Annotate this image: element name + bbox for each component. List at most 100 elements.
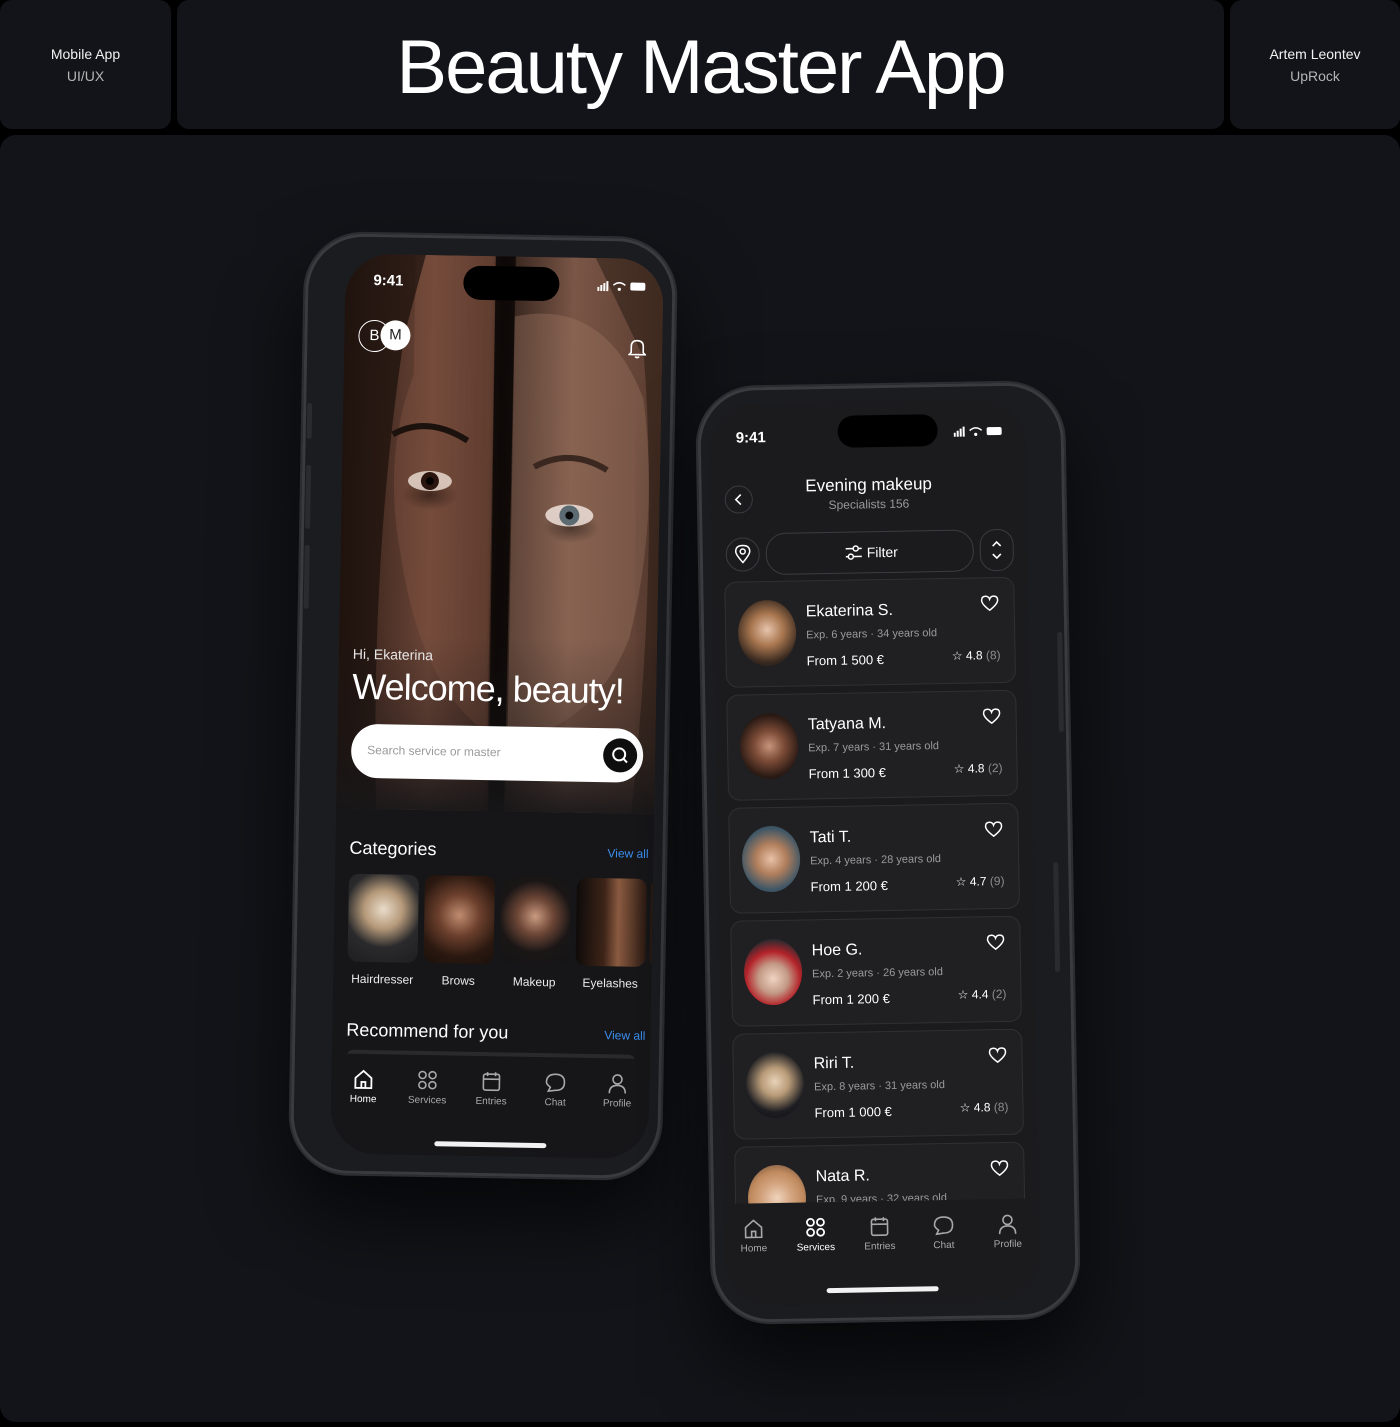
rating-value: 4.8: [967, 761, 985, 776]
specialist-experience: Exp. 7 years · 31 years old: [808, 740, 940, 755]
specialist-card[interactable]: Hoe G. Exp. 2 years · 26 years old From …: [730, 915, 1022, 1027]
categories-view-all-link[interactable]: View all: [607, 846, 648, 861]
favorite-heart-icon[interactable]: [980, 594, 1000, 617]
favorite-heart-icon[interactable]: [985, 933, 1005, 956]
category-next-peek: [649, 878, 662, 968]
specialist-rating: ☆ 4.8 (2): [954, 761, 1003, 776]
filter-button[interactable]: Filter: [765, 529, 975, 576]
sort-icon: [992, 540, 1002, 560]
favorite-heart-icon[interactable]: [989, 1159, 1009, 1182]
tab-label: Chat: [933, 1239, 955, 1252]
rating-value: 4.7: [969, 874, 987, 889]
specialist-card[interactable]: Ekaterina S. Exp. 6 years · 34 years old…: [724, 576, 1017, 688]
tab-profile[interactable]: Profile: [587, 1072, 648, 1110]
rating-count: (2): [991, 986, 1007, 1002]
greeting-text: Hi, Ekaterina: [352, 645, 434, 664]
home-icon: [744, 1219, 763, 1239]
profile-icon: [608, 1074, 627, 1094]
recommend-view-all-link[interactable]: View all: [604, 1028, 645, 1043]
tab-services[interactable]: Services: [785, 1216, 846, 1254]
header-right-panel: Artem Leontev UpRock: [1230, 0, 1400, 129]
rating-count: (8): [985, 648, 1001, 663]
category-image: [499, 876, 572, 966]
recommend-title: Recommend for you: [346, 1019, 509, 1043]
phone-specialists-screen: 9:41 Evening makeup Specialists 156 Filt…: [696, 381, 1080, 1324]
star-icon: ☆: [951, 648, 963, 663]
tab-profile[interactable]: Profile: [977, 1212, 1038, 1250]
tab-home[interactable]: Home: [723, 1217, 784, 1255]
specialist-card[interactable]: Tati T. Exp. 4 years · 28 years old From…: [728, 802, 1021, 914]
favorite-heart-icon[interactable]: [983, 820, 1003, 843]
category-brows[interactable]: Brows: [423, 875, 496, 988]
location-button[interactable]: [725, 537, 761, 572]
star-icon: ☆: [957, 987, 969, 1002]
home-indicator[interactable]: [826, 1286, 939, 1294]
rating-value: 4.8: [965, 648, 983, 663]
specialist-experience: Exp. 2 years · 26 years old: [812, 966, 944, 981]
home-icon: [354, 1069, 373, 1090]
tab-label: Home: [349, 1093, 377, 1106]
project-type: Mobile App: [50, 46, 121, 62]
tab-entries[interactable]: Entries: [461, 1070, 522, 1108]
specialist-name: Ekaterina S.: [805, 601, 894, 621]
tab-label: Profile: [993, 1238, 1023, 1251]
home-indicator[interactable]: [434, 1141, 547, 1149]
category-hairdresser[interactable]: Hairdresser: [347, 873, 420, 987]
star-icon: ☆: [953, 761, 965, 776]
author-name: Artem Leontev: [1269, 46, 1361, 62]
specialist-experience: Exp. 8 years · 31 years old: [813, 1079, 946, 1094]
specialist-name: Riri T.: [813, 1054, 855, 1073]
star-icon: ☆: [955, 874, 967, 889]
screen-title: Evening makeup: [805, 474, 933, 496]
search-button[interactable]: [602, 738, 638, 773]
phone-button: [1053, 862, 1061, 973]
header-title-panel: Beauty Master App: [177, 0, 1224, 129]
specialist-name: Tatyana M.: [807, 715, 887, 734]
category-eyelashes[interactable]: Eyelashes: [575, 877, 648, 991]
calendar-icon: [870, 1217, 889, 1237]
tab-services[interactable]: Services: [397, 1069, 458, 1107]
bottom-tab-bar: Home Services Entries Chat Profile: [723, 1198, 1041, 1306]
favorite-heart-icon[interactable]: [981, 707, 1001, 730]
specialist-experience: Exp. 6 years · 34 years old: [806, 627, 938, 642]
phone-button: [305, 464, 312, 529]
rating-value: 4.4: [971, 987, 989, 1002]
tab-chat[interactable]: Chat: [525, 1071, 586, 1109]
rating-count: (9): [989, 873, 1005, 889]
filter-icon: [845, 545, 862, 560]
specialist-card[interactable]: Tatyana M. Exp. 7 years · 31 years old F…: [726, 689, 1019, 801]
sort-button[interactable]: [979, 528, 1015, 572]
phone-home-screen: 9:41 B M Hi, Ekaterina Welcome, beauty! …: [289, 232, 677, 1180]
specialist-rating: ☆ 4.8 (8): [952, 648, 1001, 663]
dynamic-island: [463, 265, 560, 302]
category-image: [575, 877, 648, 967]
category-makeup[interactable]: Makeup: [499, 876, 572, 989]
tab-home[interactable]: Home: [333, 1067, 394, 1105]
category-image: [423, 875, 496, 965]
bottom-tab-bar: Home Services Entries Chat Profile: [330, 1053, 650, 1159]
specialists-count: Specialists 156: [828, 496, 910, 512]
tab-label: Services: [796, 1241, 836, 1254]
chat-icon: [545, 1073, 566, 1093]
specialist-rating: ☆ 4.7 (9): [956, 874, 1005, 889]
specialist-avatar: [743, 938, 803, 1006]
grid-icon: [806, 1217, 826, 1237]
tab-entries[interactable]: Entries: [849, 1215, 910, 1253]
search-input[interactable]: [365, 741, 600, 763]
tab-chat[interactable]: Chat: [913, 1214, 974, 1252]
welcome-heading: Welcome, beauty!: [351, 665, 625, 712]
phone-button: [1057, 631, 1064, 732]
tab-label: Entries: [864, 1240, 896, 1253]
signal-wifi-battery-icon: [597, 281, 646, 292]
bell-icon[interactable]: [627, 338, 648, 363]
favorite-heart-icon[interactable]: [987, 1046, 1007, 1069]
specialist-price: From 1 300 €: [808, 765, 887, 782]
calendar-icon: [482, 1072, 501, 1092]
specialist-avatar: [741, 825, 801, 893]
specialist-experience: Exp. 4 years · 28 years old: [810, 853, 942, 868]
categories-title: Categories: [349, 837, 437, 860]
specialist-price: From 1 200 €: [810, 878, 889, 895]
project-discipline: UI/UX: [66, 68, 105, 84]
specialist-name: Tati T.: [809, 828, 852, 847]
specialist-card[interactable]: Riri T. Exp. 8 years · 31 years old From…: [732, 1028, 1024, 1140]
